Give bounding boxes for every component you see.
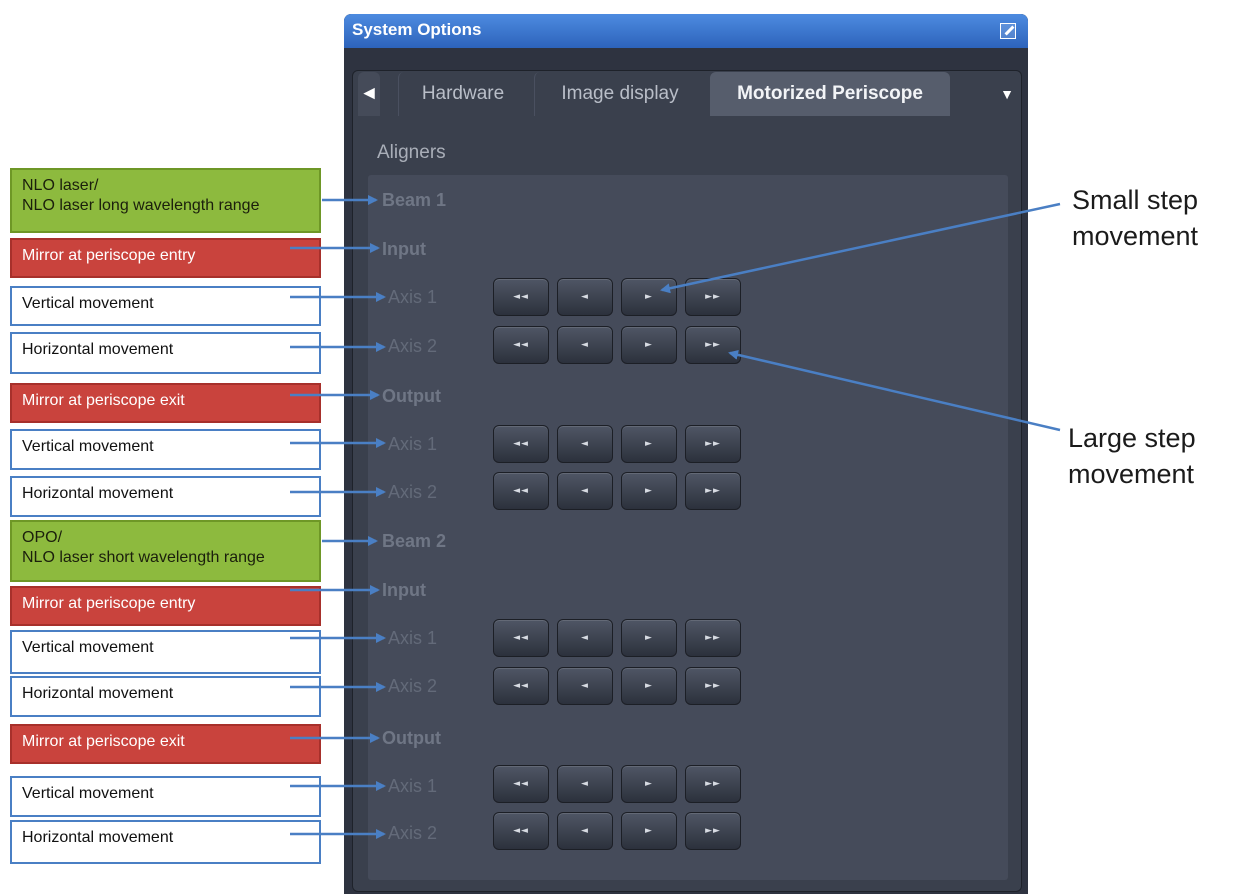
arrow-small-step [660, 202, 1061, 294]
arrow-large-step [728, 349, 1061, 432]
annotation-arrows [290, 195, 1061, 839]
